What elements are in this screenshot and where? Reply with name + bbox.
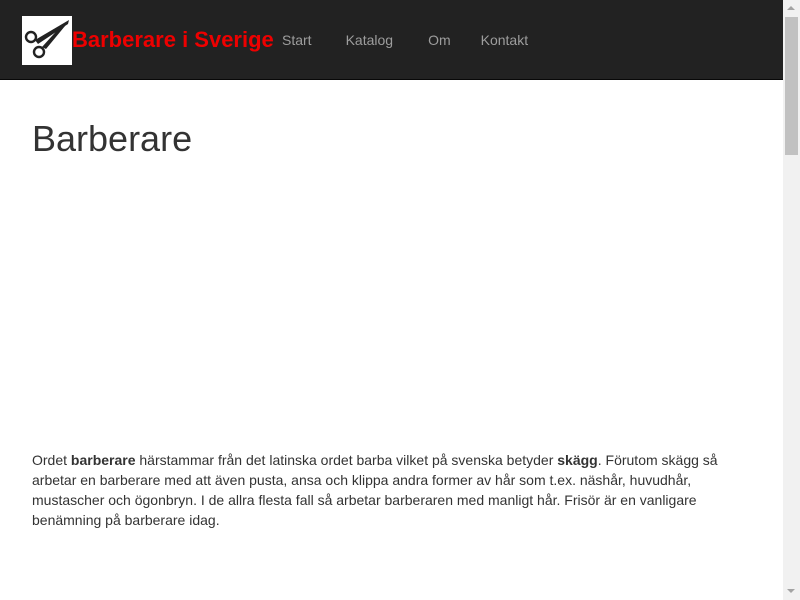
intro-paragraph: Ordet barberare härstammar från det lati… [32, 450, 732, 530]
nav-start[interactable]: Start [282, 31, 312, 49]
vertical-scrollbar[interactable] [783, 0, 800, 600]
scroll-thumb[interactable] [785, 17, 798, 155]
scroll-down-arrow-icon[interactable] [783, 583, 800, 600]
scroll-up-arrow-icon[interactable] [783, 0, 800, 17]
nav-kontakt[interactable]: Kontakt [481, 31, 528, 49]
nav-katalog[interactable]: Katalog [346, 31, 393, 49]
brand-link[interactable]: Barberare i Sverige [72, 26, 274, 54]
intro-bold-skagg: skägg [557, 452, 598, 468]
intro-text-2: härstammar från det latinska ordet barba… [135, 452, 558, 468]
nav-om[interactable]: Om [428, 31, 451, 49]
intro-text-1: Ordet [32, 452, 71, 468]
logo[interactable] [22, 16, 72, 65]
scissors-icon [24, 20, 69, 59]
page-title: Barberare [32, 118, 193, 159]
main-nav: Start Katalog Om Kontakt [282, 31, 528, 49]
navbar: Barberare i Sverige Start Katalog Om Kon… [0, 0, 783, 80]
intro-bold-barberare: barberare [70, 452, 136, 468]
